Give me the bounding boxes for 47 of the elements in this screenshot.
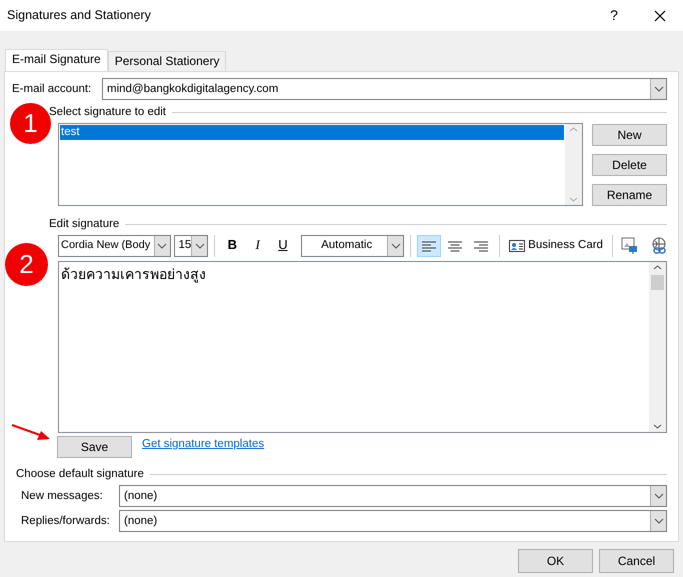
color-dropdown[interactable]: Automatic — [301, 234, 404, 256]
field-label: Replies/forwards: — [21, 514, 111, 528]
signature-dropdown[interactable]: (none) — [119, 510, 667, 532]
section-title: Edit signature — [49, 216, 120, 232]
arrow-icon — [10, 422, 52, 442]
account-label: E-mail account: — [12, 82, 90, 96]
signature-dropdown[interactable]: (none) — [119, 485, 667, 507]
tab[interactable]: E-mail Signature — [5, 49, 108, 71]
signature-editor[interactable]: ด้วยความเคารพอย่างสูง — [58, 261, 667, 433]
scroll-down-icon[interactable] — [653, 424, 662, 429]
tab[interactable]: Personal Stationery — [108, 51, 226, 71]
underline-button[interactable]: U — [272, 234, 294, 256]
section-title: Select signature to edit — [49, 104, 166, 120]
size-dropdown[interactable]: 15 — [174, 234, 208, 256]
templates-link[interactable]: Get signature templates — [142, 436, 264, 452]
window-title: Signatures and Stationery — [7, 8, 152, 24]
section-title: Choose default signature — [16, 466, 144, 482]
font-dropdown[interactable]: Cordia New (Body — [58, 234, 170, 256]
signature-item[interactable]: test — [60, 125, 564, 140]
caret-icon[interactable] — [157, 242, 167, 248]
dialog-button[interactable]: Cancel — [599, 549, 674, 573]
italic-button[interactable]: I — [246, 234, 269, 256]
scroll-up-icon[interactable] — [653, 265, 662, 270]
align-left-icon — [422, 240, 436, 252]
caret-icon[interactable] — [654, 86, 664, 92]
dialog-button[interactable]: OK — [518, 549, 593, 573]
account-dropdown[interactable]: mind@bangkokdigitalagency.com — [102, 78, 667, 100]
caret-icon[interactable] — [390, 242, 401, 248]
align-right-icon — [474, 240, 488, 252]
picture-icon[interactable] — [620, 236, 638, 254]
close-icon[interactable] — [654, 10, 666, 22]
contact-card-icon — [509, 240, 526, 252]
field-label: New messages: — [21, 488, 104, 504]
caret-icon[interactable] — [654, 493, 664, 499]
scroll-thumb[interactable] — [651, 275, 664, 290]
save-button[interactable]: Save — [57, 436, 132, 458]
action-button[interactable]: Delete — [592, 154, 667, 176]
caret-icon[interactable] — [654, 518, 664, 524]
action-button[interactable]: Rename — [592, 184, 667, 206]
align-left-button[interactable] — [417, 234, 442, 256]
action-button[interactable]: New — [592, 124, 667, 146]
hyperlink-icon[interactable] — [650, 236, 668, 254]
caret-icon[interactable] — [194, 242, 205, 248]
bold-button[interactable]: B — [221, 234, 244, 256]
help-button[interactable]: ? — [591, 6, 637, 24]
business-card-button[interactable]: Business Card — [506, 234, 606, 256]
align-center-icon — [448, 240, 462, 252]
